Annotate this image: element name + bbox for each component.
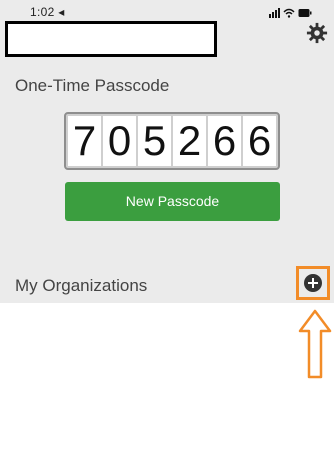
passcode-title: One-Time Passcode [15,76,170,95]
add-organization-button[interactable] [296,266,330,300]
passcode-digit: 2 [173,116,206,166]
organizations-title: My Organizations [15,276,148,295]
redacted-account-name [5,21,217,57]
passcode-digit: 0 [103,116,136,166]
passcode-display: 7 0 5 2 6 6 [64,112,280,170]
gear-icon[interactable] [306,22,328,44]
new-passcode-button[interactable]: New Passcode [65,182,280,221]
passcode-digit: 6 [243,116,276,166]
arrow-up-icon [298,309,332,379]
passcode-digit: 6 [208,116,241,166]
status-time: 1:02 ◂ [30,5,65,19]
signal-icon [269,8,280,18]
status-icons [269,8,312,18]
wifi-icon [283,8,295,18]
passcode-digit: 7 [68,116,101,166]
plus-circle-icon [304,274,322,292]
passcode-digit: 5 [138,116,171,166]
battery-icon [298,9,312,17]
